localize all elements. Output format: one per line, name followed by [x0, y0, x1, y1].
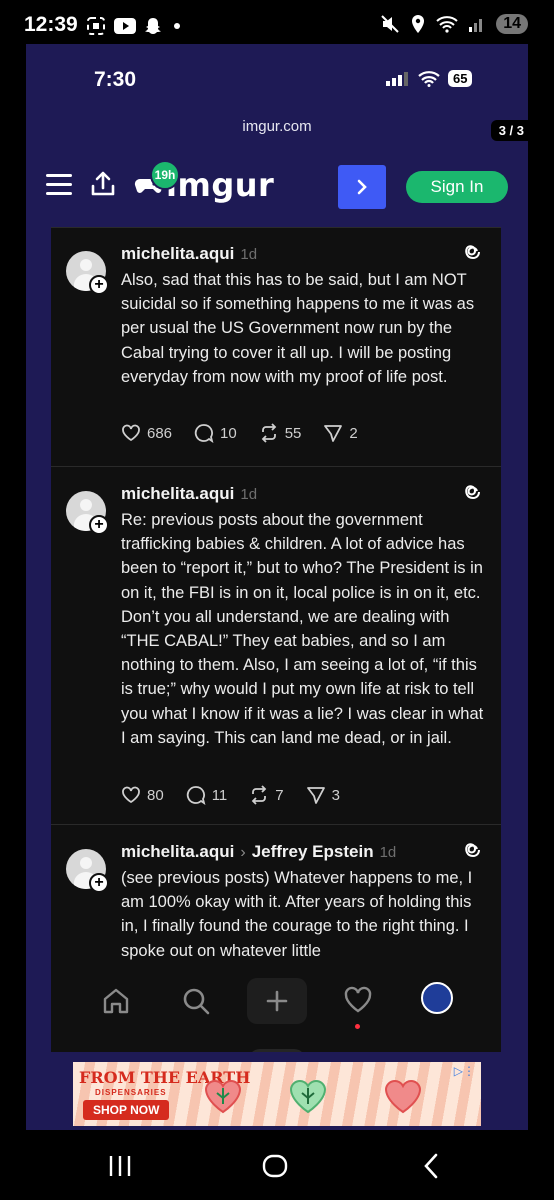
username[interactable]: michelita.aqui: [121, 244, 234, 264]
youtube-icon: [114, 18, 136, 34]
heart-icon: [384, 1080, 422, 1114]
reply-to-user[interactable]: Jeffrey Epstein: [252, 842, 374, 862]
home-icon[interactable]: [262, 1154, 288, 1178]
screenshot-frame: 7:30 65 imgur.com 3 / 3 imgur 19h Sign I…: [26, 44, 532, 1130]
threads-logo-icon: [465, 485, 480, 500]
back-icon[interactable]: [422, 1152, 440, 1180]
snapchat-icon: [145, 18, 161, 34]
comment-button[interactable]: 11: [186, 785, 228, 805]
activity-dot: [355, 1024, 360, 1029]
heart-icon: [122, 424, 140, 442]
like-count: 686: [147, 424, 173, 442]
system-icons: 14: [380, 14, 528, 34]
repost-count: 55: [284, 424, 302, 442]
screenshot-icon: [87, 17, 105, 35]
thread-post: + michelita.aqui 1d Also, sad that this …: [51, 227, 501, 467]
post-age: 1d: [240, 486, 258, 503]
username[interactable]: michelita.aqui: [121, 484, 234, 504]
dot-icon: [174, 23, 180, 29]
comment-count: 11: [211, 786, 228, 804]
repost-button[interactable]: 7: [249, 785, 284, 805]
signal-icon: [386, 71, 408, 86]
android-clock: 12:39: [24, 13, 78, 36]
location-icon: [412, 15, 425, 33]
upload-icon[interactable]: [90, 170, 116, 198]
wifi-icon: [418, 70, 440, 87]
heart-icon: [289, 1080, 327, 1114]
shop-now-button[interactable]: SHOP NOW: [83, 1100, 170, 1120]
repost-button[interactable]: 55: [259, 423, 302, 443]
post-header: michelita.aqui › Jeffrey Epstein 1d: [121, 842, 396, 862]
notification-icons: [86, 16, 180, 36]
like-button[interactable]: 686: [121, 424, 172, 442]
android-status-bar: 12:39 14: [0, 0, 554, 50]
post-text: (see previous posts) Whatever happens to…: [121, 869, 473, 960]
page-indicator: [248, 1049, 306, 1052]
share-count: 3: [331, 786, 340, 804]
chevron-right-icon: ›: [240, 844, 246, 861]
send-icon: [324, 425, 343, 442]
logo-text: imgur: [166, 166, 275, 204]
profile-avatar[interactable]: [421, 982, 453, 1014]
chevron-right-icon: [357, 179, 367, 195]
next-button[interactable]: [338, 165, 386, 209]
android-nav-bar: [0, 1130, 554, 1200]
comment-icon: [186, 786, 206, 805]
page-counter: 3 / 3: [490, 120, 532, 141]
ad-info-icon[interactable]: ▷⋮: [454, 1064, 475, 1078]
ad-banner[interactable]: FROM THE EARTH DISPENSARIES SHOP NOW ▷⋮: [73, 1062, 481, 1126]
share-count: 2: [349, 424, 358, 442]
notification-badge: 19h: [150, 160, 180, 190]
threads-logo-icon: [465, 843, 480, 858]
post-actions: 80 11 7 3: [121, 785, 340, 805]
like-button[interactable]: 80: [121, 786, 164, 804]
post-actions: 686 10 55 2: [121, 423, 358, 443]
heart-icon: [204, 1080, 242, 1114]
post-text: Re: previous posts about the government …: [121, 511, 484, 747]
repost-count: 7: [275, 786, 284, 804]
send-icon: [306, 787, 325, 804]
wifi-icon: [436, 16, 458, 33]
post-age: 1d: [240, 246, 258, 263]
heart-icon: [122, 786, 140, 804]
ios-status-bar: 7:30 65 imgur.com: [26, 44, 528, 154]
post-header: michelita.aqui 1d: [121, 244, 257, 264]
sign-in-button[interactable]: Sign In: [406, 171, 508, 203]
new-post-button[interactable]: [247, 978, 307, 1024]
ad-subtitle: DISPENSARIES: [95, 1088, 167, 1097]
username[interactable]: michelita.aqui: [121, 842, 234, 862]
signal-icon: [469, 19, 483, 32]
comment-icon: [194, 424, 214, 443]
threads-screenshot: + michelita.aqui 1d Also, sad that this …: [51, 227, 501, 1052]
comment-count: 10: [220, 424, 237, 442]
ios-clock: 7:30: [94, 68, 137, 91]
ios-status-icons: 65: [386, 70, 473, 87]
battery-indicator: 14: [496, 14, 528, 34]
mute-icon: [381, 15, 399, 33]
home-icon[interactable]: [101, 986, 131, 1016]
share-button[interactable]: 2: [323, 423, 358, 443]
threads-bottom-nav: [51, 962, 501, 1052]
ios-battery: 65: [448, 70, 473, 87]
comment-button[interactable]: 10: [194, 423, 237, 443]
follow-plus-icon[interactable]: +: [89, 873, 109, 893]
heart-icon[interactable]: [343, 986, 373, 1014]
threads-logo-icon: [465, 245, 480, 260]
like-count: 80: [147, 786, 164, 804]
follow-plus-icon[interactable]: +: [89, 515, 109, 535]
post-text: Also, sad that this has to be said, but …: [121, 271, 475, 386]
menu-icon[interactable]: [46, 174, 72, 196]
recents-icon[interactable]: [108, 1154, 132, 1178]
repost-icon: [251, 785, 267, 805]
post-header: michelita.aqui 1d: [121, 484, 257, 504]
post-age: 1d: [379, 844, 397, 861]
repost-icon: [261, 423, 276, 443]
imgur-header: imgur 19h Sign In: [26, 154, 528, 226]
plus-icon: [266, 990, 288, 1012]
share-button[interactable]: 3: [306, 785, 340, 805]
follow-plus-icon[interactable]: +: [89, 275, 109, 295]
browser-url[interactable]: imgur.com: [26, 118, 528, 135]
thread-post: + michelita.aqui 1d Re: previous posts a…: [51, 467, 501, 825]
search-icon[interactable]: [181, 986, 211, 1016]
